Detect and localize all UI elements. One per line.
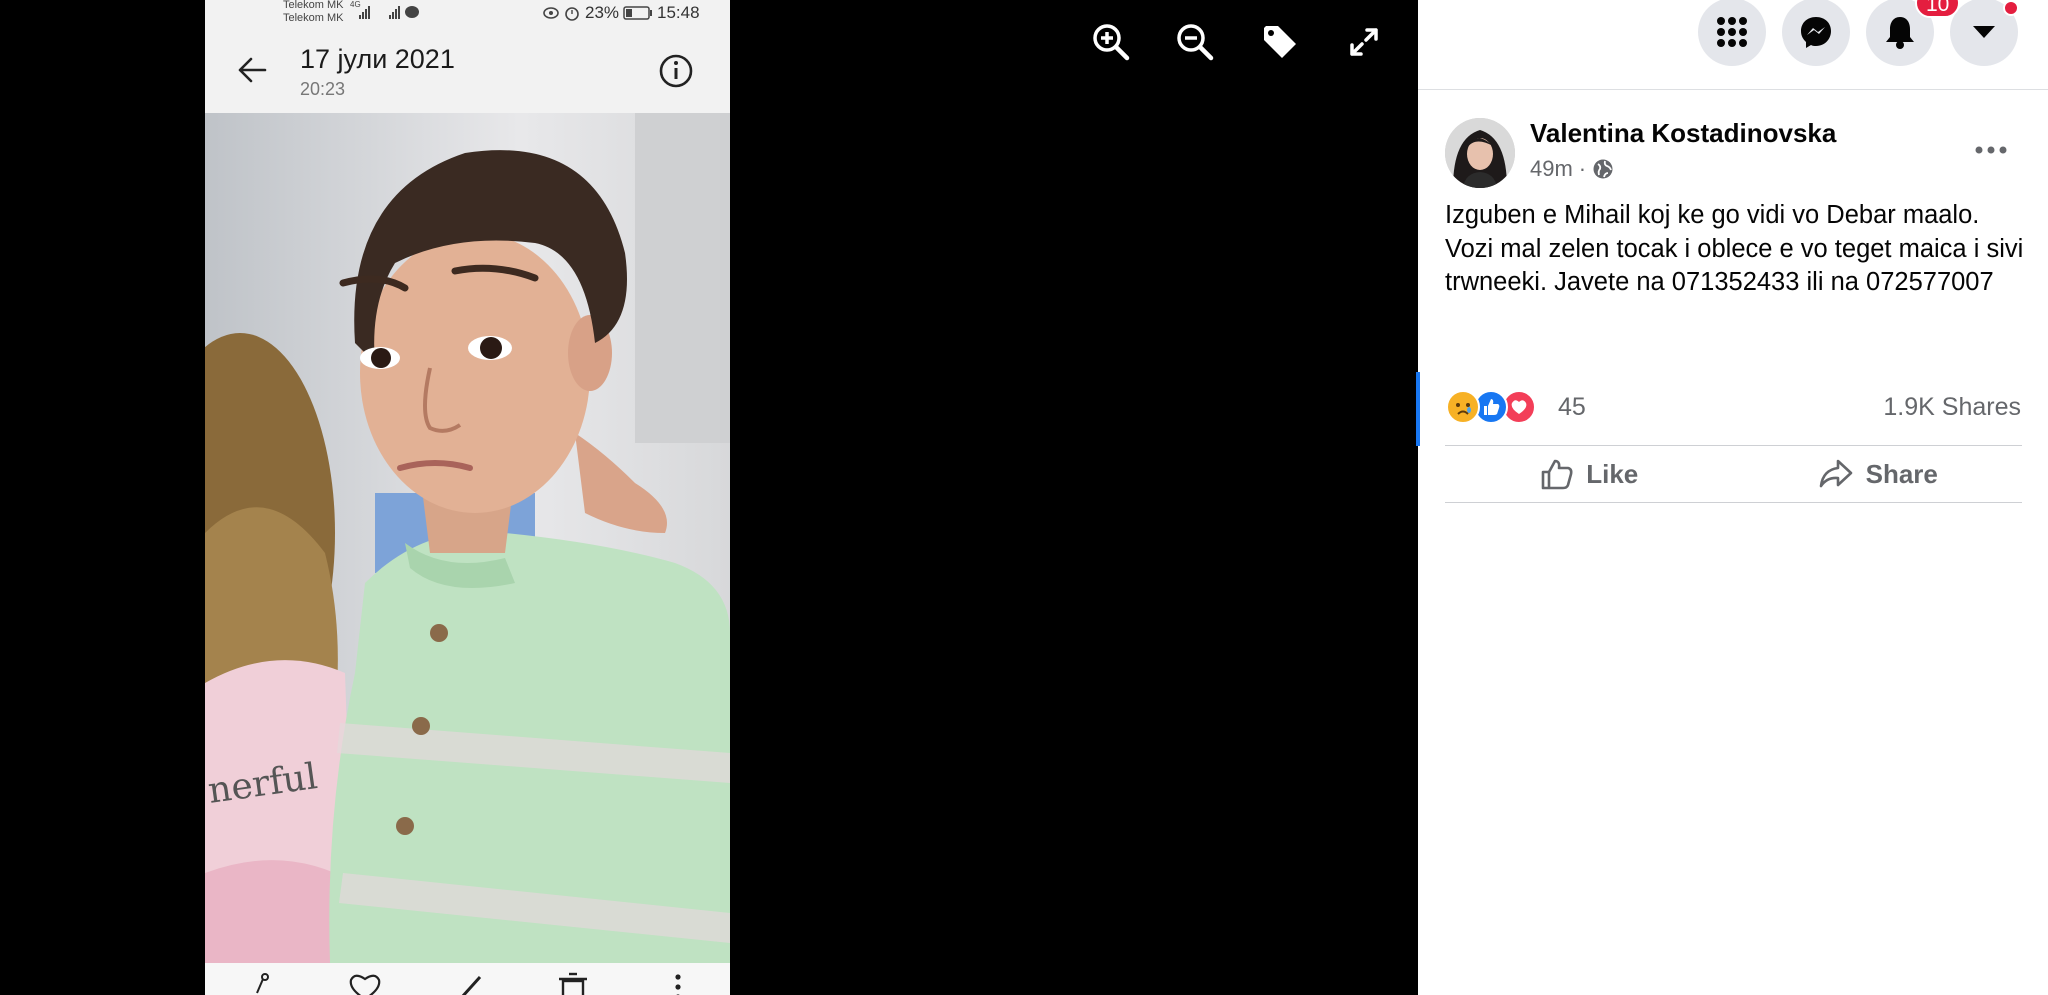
share-label: Share [1865,458,1938,489]
status-bar: Telekom MK Telekom MK 4G 23% 15:48 [205,0,730,28]
share-icon[interactable] [245,971,281,995]
photo-header: 17 јули 2021 20:23 [205,28,730,113]
share-arrow-icon [1819,459,1852,488]
more-horizontal-icon [1975,146,2007,154]
zoom-in-icon[interactable] [1089,20,1133,64]
author-avatar-image [1445,118,1515,188]
battery-percent: 23% [585,3,620,22]
bell-icon [1886,17,1914,49]
clock: 15:48 [657,3,700,22]
sad-reaction-icon [1446,390,1480,424]
avatar[interactable] [1445,118,1515,188]
globe-icon [1593,159,1613,179]
author-name[interactable]: Valentina Kostadinovska [1530,118,1836,149]
signal-icon [359,6,419,19]
child-portrait-image: nerful [205,113,730,963]
screen: Telekom MK Telekom MK 4G 23% 15:48 17 ју… [0,0,2048,995]
reaction-icons[interactable] [1446,390,1536,424]
carrier-label: Telekom MK [283,12,344,24]
post-text: Izguben e Mihail koj ke go vidi vo Debar… [1445,201,2024,296]
like-label: Like [1586,458,1639,489]
account-alert-dot [2003,0,2019,16]
more-icon[interactable] [660,971,696,995]
battery-icon [623,6,652,20]
carrier-label: Telekom MK [283,0,344,11]
share-button[interactable]: Share [1734,446,2023,502]
like-button[interactable]: Like [1445,446,1734,502]
post-options-button[interactable] [1966,130,2016,170]
photo-date: 17 јули 2021 [300,44,455,74]
eye-alarm-icon [543,7,579,21]
phone-screenshot: Telekom MK Telekom MK 4G 23% 15:48 17 ју… [205,0,730,995]
post-actions: Like Share [1445,445,2022,503]
edit-icon[interactable] [452,971,488,995]
photo-bottom-bar [205,963,730,995]
child-photo: nerful [205,113,730,963]
share-count[interactable]: 1.9K Shares [1883,393,2021,422]
chevron-down-icon [1973,26,1995,38]
thumbs-up-icon [1541,459,1573,490]
messenger-icon [1801,17,1831,48]
post-time[interactable]: 49m [1530,156,1573,182]
reaction-count[interactable]: 45 [1558,393,1586,422]
focus-indicator [1416,372,1420,446]
tag-icon[interactable] [1258,20,1302,64]
delete-icon[interactable] [555,971,591,995]
meta-separator: · [1578,156,1587,181]
grid-icon [1717,17,1747,47]
back-arrow-icon[interactable] [237,56,267,84]
apps-menu-button[interactable] [1698,0,1766,66]
post-meta: 49m · [1530,156,1614,182]
notification-badge: 10 [1915,0,1961,18]
zoom-out-icon[interactable] [1173,20,1217,64]
messenger-button[interactable] [1782,0,1850,66]
fullscreen-icon[interactable] [1342,20,1386,64]
photo-time: 20:23 [300,79,346,99]
photo-viewer: Telekom MK Telekom MK 4G 23% 15:48 17 ју… [0,0,1418,995]
info-icon[interactable] [658,53,694,89]
heart-icon[interactable] [347,971,383,995]
